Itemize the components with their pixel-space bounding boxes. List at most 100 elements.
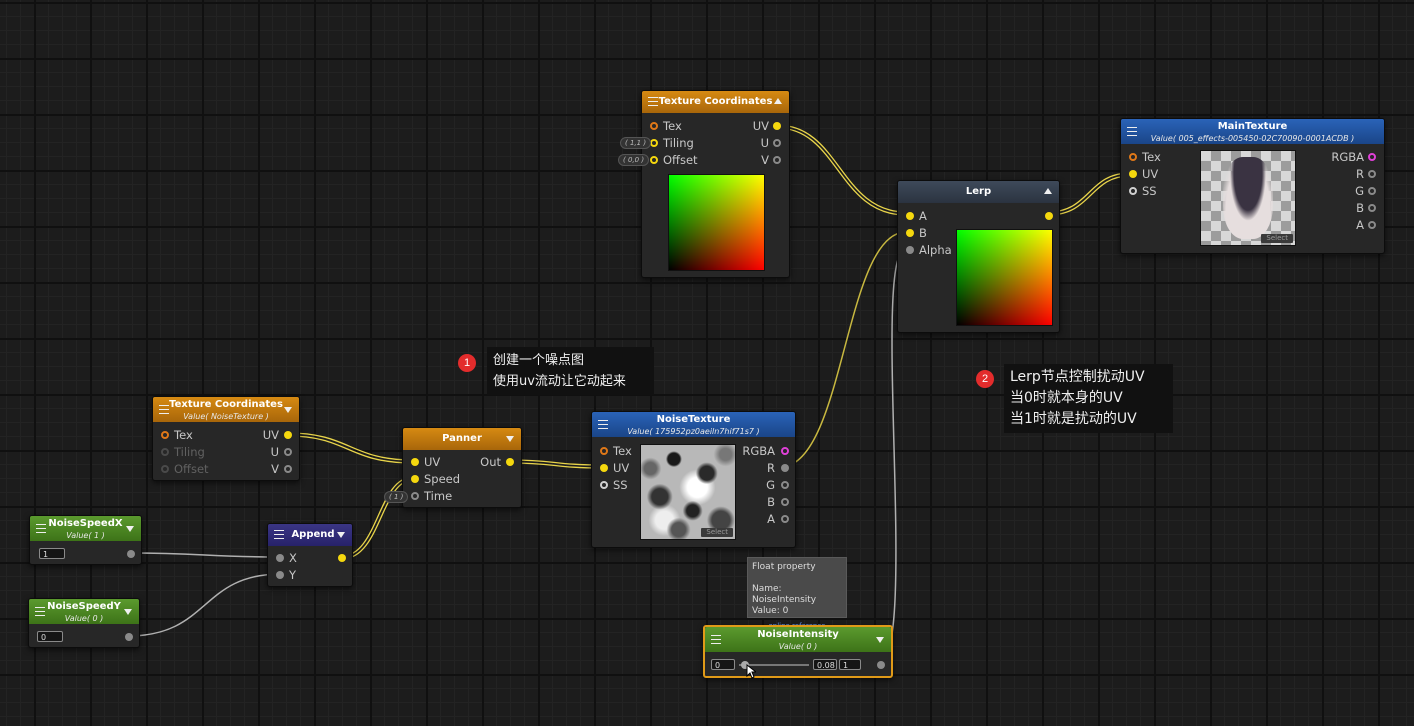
port-label: Offset [174, 462, 209, 476]
input-port-tiling[interactable] [650, 139, 658, 147]
port-label: UV [262, 428, 279, 442]
node-noise-intensity[interactable]: NoiseIntensity Value( 0 ) 0 0.08 1 [703, 625, 893, 678]
input-port-offset[interactable] [650, 156, 658, 164]
noise-texture-thumbnail[interactable]: Select [640, 444, 736, 540]
max-value-field[interactable]: 1 [839, 659, 861, 670]
input-port-y[interactable] [276, 571, 284, 579]
output-port[interactable] [127, 550, 135, 558]
collapse-arrow-icon[interactable] [774, 98, 782, 104]
input-port-speed[interactable] [411, 475, 419, 483]
callout-line: 当1时就是扰动的UV [1010, 411, 1137, 427]
input-port-alpha[interactable] [906, 246, 914, 254]
input-port-tex[interactable] [1129, 153, 1137, 161]
node-header[interactable]: Texture Coordinates Value( NoiseTexture … [153, 397, 299, 422]
node-main-texture[interactable]: MainTexture Value( 005_effects-005450-02… [1120, 118, 1385, 254]
node-header[interactable]: NoiseSpeedY Value( 0 ) [29, 599, 139, 624]
output-port[interactable] [125, 633, 133, 641]
input-port-tex[interactable] [650, 122, 658, 130]
node-header[interactable]: NoiseIntensity Value( 0 ) [705, 627, 891, 652]
collapse-arrow-icon[interactable] [284, 406, 292, 413]
output-port-b[interactable] [1368, 204, 1376, 212]
output-port-a[interactable] [1368, 221, 1376, 229]
menu-icon[interactable] [1127, 126, 1137, 136]
menu-icon[interactable] [35, 606, 45, 616]
node-subtitle: Value( 175952pz0aeiln7hif71s7 ) [627, 427, 760, 436]
collapse-arrow-icon[interactable] [876, 636, 884, 643]
select-button[interactable]: Select [701, 528, 733, 537]
tiling-default-chip[interactable]: ( 1,1 ) [620, 137, 652, 149]
menu-icon[interactable] [598, 419, 608, 429]
main-texture-thumbnail[interactable]: Select [1200, 150, 1296, 246]
node-header[interactable]: NoiseSpeedX Value( 1 ) [30, 516, 141, 541]
input-port-a[interactable] [906, 212, 914, 220]
output-port-uv[interactable] [284, 431, 292, 439]
node-texture-coordinates-noise[interactable]: Texture Coordinates Value( NoiseTexture … [152, 396, 300, 481]
port-label: R [1356, 167, 1364, 181]
collapse-arrow-icon[interactable] [1044, 188, 1052, 194]
input-port-uv[interactable] [1129, 170, 1137, 178]
node-header[interactable]: Append [268, 524, 352, 546]
value-field[interactable]: 0 [37, 631, 63, 642]
output-port-r[interactable] [1368, 170, 1376, 178]
output-port-v[interactable] [284, 465, 292, 473]
property-tooltip: Float property Name: NoiseIntensity Valu… [747, 557, 847, 630]
node-panner[interactable]: Panner UV Speed Time Out [402, 427, 522, 508]
output-port-u[interactable] [284, 448, 292, 456]
menu-icon[interactable] [711, 634, 721, 644]
node-lerp[interactable]: Lerp A B Alpha [897, 180, 1060, 333]
value-field[interactable]: 1 [39, 548, 65, 559]
node-noise-speed-y[interactable]: NoiseSpeedY Value( 0 ) 0 [28, 598, 140, 648]
port-label: Tex [663, 119, 682, 133]
menu-icon[interactable] [274, 530, 284, 539]
output-port[interactable] [338, 554, 346, 562]
output-port[interactable] [1045, 212, 1053, 220]
menu-icon[interactable] [36, 523, 46, 533]
node-texture-coordinates-main[interactable]: Texture Coordinates Tex Tiling Offset UV… [641, 90, 790, 278]
collapse-arrow-icon[interactable] [506, 436, 514, 442]
slider-value-field[interactable]: 0.08 [813, 659, 837, 670]
node-header[interactable]: Lerp [898, 181, 1059, 203]
output-port-g[interactable] [781, 481, 789, 489]
input-port-offset[interactable] [161, 465, 169, 473]
collapse-arrow-icon[interactable] [124, 608, 132, 615]
node-header[interactable]: MainTexture Value( 005_effects-005450-02… [1121, 119, 1384, 144]
input-port-b[interactable] [906, 229, 914, 237]
offset-default-chip[interactable]: ( 0,0 ) [618, 154, 650, 166]
input-port-ss[interactable] [1129, 187, 1137, 195]
input-port-uv[interactable] [411, 458, 419, 466]
collapse-arrow-icon[interactable] [126, 525, 134, 532]
collapse-arrow-icon[interactable] [337, 532, 345, 538]
input-port-uv[interactable] [600, 464, 608, 472]
node-noise-speed-x[interactable]: NoiseSpeedX Value( 1 ) 1 [29, 515, 142, 565]
node-header[interactable]: Panner [403, 428, 521, 450]
output-port-a[interactable] [781, 515, 789, 523]
input-port-x[interactable] [276, 554, 284, 562]
output-port-g[interactable] [1368, 187, 1376, 195]
input-port-tiling[interactable] [161, 448, 169, 456]
menu-icon[interactable] [648, 97, 658, 106]
node-header[interactable]: NoiseTexture Value( 175952pz0aeiln7hif71… [592, 412, 795, 437]
node-title: NoiseIntensity [757, 629, 839, 640]
node-append[interactable]: Append X Y [267, 523, 353, 587]
input-port-time[interactable] [411, 492, 419, 500]
port-label: SS [1142, 184, 1157, 198]
min-value-field[interactable]: 0 [711, 659, 735, 670]
output-port-v[interactable] [773, 156, 781, 164]
output-port-uv[interactable] [773, 122, 781, 130]
output-port-out[interactable] [506, 458, 514, 466]
input-port-ss[interactable] [600, 481, 608, 489]
output-port-rgba[interactable] [1368, 153, 1376, 161]
output-port-r[interactable] [781, 464, 789, 472]
node-header[interactable]: Texture Coordinates [642, 91, 789, 113]
input-port-tex[interactable] [161, 431, 169, 439]
output-port[interactable] [877, 661, 885, 669]
output-port-rgba[interactable] [781, 447, 789, 455]
input-port-tex[interactable] [600, 447, 608, 455]
node-noise-texture[interactable]: NoiseTexture Value( 175952pz0aeiln7hif71… [591, 411, 796, 548]
select-button[interactable]: Select [1261, 234, 1293, 243]
port-label: Time [424, 489, 453, 503]
output-port-b[interactable] [781, 498, 789, 506]
output-port-u[interactable] [773, 139, 781, 147]
menu-icon[interactable] [159, 404, 169, 414]
time-default-chip[interactable]: ( 1 ) [384, 491, 409, 503]
